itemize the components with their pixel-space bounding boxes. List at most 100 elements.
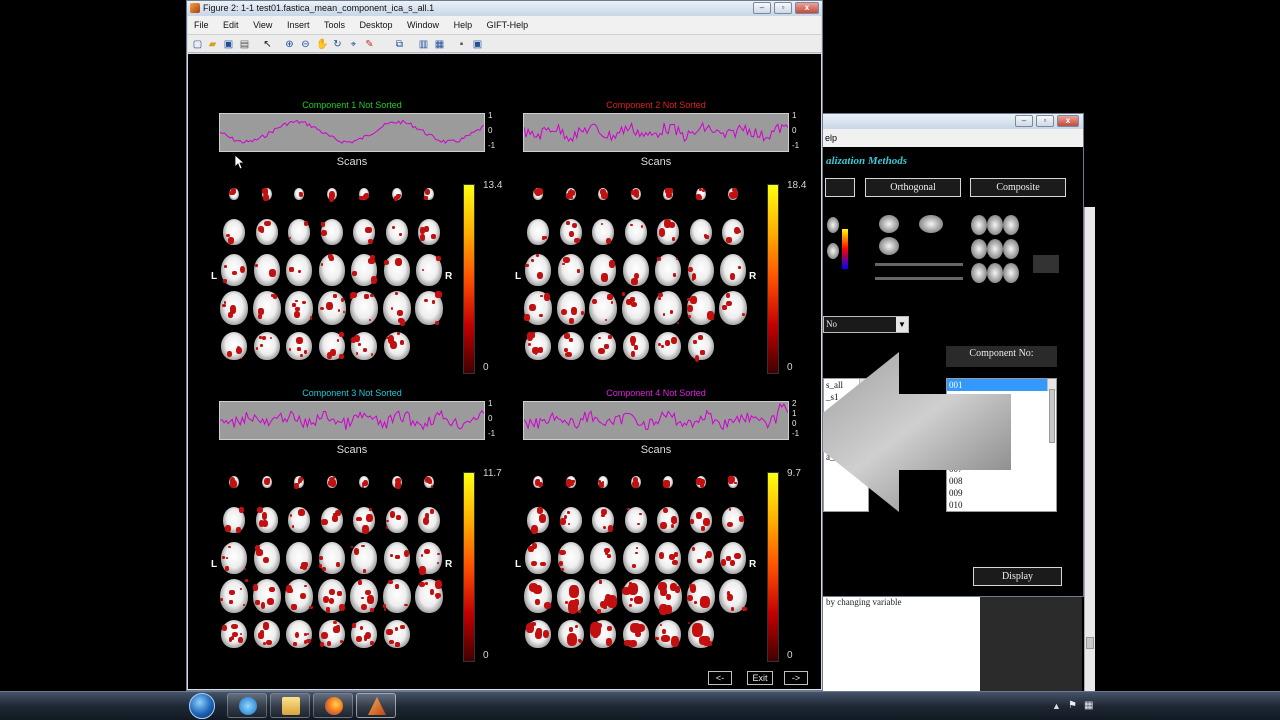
brain-montage[interactable]	[219, 180, 449, 375]
right-marker: R	[749, 559, 757, 570]
menu-help[interactable]: Help	[448, 16, 479, 34]
exit-button[interactable]: Exit	[747, 671, 773, 685]
menu-gift-help[interactable]: GIFT-Help	[481, 16, 535, 34]
side-scrollbar[interactable]	[1084, 207, 1095, 691]
brush-icon[interactable]: ✎	[364, 39, 375, 50]
timecourse-series	[220, 409, 484, 431]
brain-slice	[728, 188, 738, 200]
method-button-partial[interactable]	[825, 178, 855, 197]
pointer-icon[interactable]: ↖	[262, 39, 273, 50]
taskbar-ie[interactable]	[227, 693, 267, 718]
brain-montage[interactable]	[523, 180, 753, 375]
y-tick-label: -1	[488, 429, 496, 438]
menu-window[interactable]: Window	[401, 16, 445, 34]
close-icon[interactable]: x	[795, 2, 819, 14]
activation-blob	[362, 524, 369, 534]
tray-flag-icon[interactable]: ⚑	[1068, 700, 1077, 711]
display-button[interactable]: Display	[973, 567, 1062, 586]
link-icon[interactable]: ⧉	[394, 39, 405, 50]
tray-network-icon[interactable]: ▦	[1084, 700, 1093, 711]
zoom-out-icon[interactable]: ⊖	[300, 39, 311, 50]
menu-view[interactable]: View	[247, 16, 278, 34]
hide-tools-icon[interactable]: ▪	[456, 39, 467, 50]
legend-icon[interactable]: ▦	[434, 39, 445, 50]
activation-blob	[430, 484, 434, 489]
matlab-icon	[190, 3, 200, 13]
menu-insert[interactable]: Insert	[281, 16, 316, 34]
activation-blob	[297, 270, 302, 274]
timecourse-plot[interactable]	[523, 401, 789, 440]
activation-blob	[665, 593, 671, 600]
activation-blob	[725, 300, 732, 307]
brain-slice	[533, 476, 543, 488]
figure-titlebar[interactable]: Figure 2: 1-1 test01.fastica_mean_compon…	[187, 1, 822, 16]
activation-blob	[671, 515, 678, 524]
taskbar-firefox[interactable]	[313, 693, 353, 718]
print-icon[interactable]: ▤	[239, 39, 250, 50]
brain-montage[interactable]	[219, 468, 449, 663]
menu-tools[interactable]: Tools	[318, 16, 351, 34]
activation-blob	[671, 636, 679, 647]
save-icon[interactable]: ▣	[223, 39, 234, 50]
activation-blob	[243, 567, 247, 571]
activation-blob	[675, 586, 680, 593]
activation-blob	[339, 639, 344, 644]
brain-slice	[524, 579, 552, 613]
brain-montage[interactable]	[523, 468, 753, 663]
data-cursor-icon[interactable]: ⌖	[348, 39, 359, 50]
brain-slice	[350, 579, 378, 613]
colorbar-icon[interactable]: ▥	[418, 39, 429, 50]
timecourse-line	[524, 402, 788, 431]
taskbar-matlab[interactable]	[356, 693, 396, 718]
viewing-dropdown[interactable]: No ▼	[823, 316, 909, 333]
activation-blob	[574, 238, 581, 244]
activation-blob	[302, 562, 309, 567]
activation-blob	[429, 589, 434, 595]
rotate-icon[interactable]: ↻	[332, 39, 343, 50]
activation-blob	[224, 265, 227, 269]
zoom-in-icon[interactable]: ⊕	[284, 39, 295, 50]
orthogonal-button[interactable]: Orthogonal	[865, 178, 961, 197]
start-button-icon[interactable]	[189, 693, 215, 719]
activation-blob	[535, 189, 541, 196]
next-button[interactable]: ->	[784, 671, 808, 685]
activation-blob	[437, 561, 440, 564]
taskbar-explorer[interactable]	[270, 693, 310, 718]
timecourse-plot[interactable]	[219, 113, 485, 152]
activation-blob	[386, 629, 393, 636]
brain-slice	[557, 332, 584, 360]
menu-file[interactable]: File	[188, 16, 215, 34]
new-file-icon[interactable]: ▢	[192, 39, 203, 50]
y-tick-label: 1	[792, 111, 797, 120]
activation-blob	[668, 221, 676, 228]
composite-button[interactable]: Composite	[970, 178, 1066, 197]
activation-blob	[222, 278, 228, 283]
pan-hand-icon[interactable]: ✋	[316, 39, 328, 50]
firefox-icon	[325, 697, 343, 715]
open-folder-icon[interactable]: ▰	[207, 39, 218, 50]
figure-window[interactable]: Figure 2: 1-1 test01.fastica_mean_compon…	[186, 0, 823, 691]
menu-edit[interactable]: Edit	[217, 16, 245, 34]
activation-blob	[635, 630, 642, 638]
maximize-icon[interactable]: ▫	[774, 2, 792, 14]
close-icon[interactable]: x	[1057, 115, 1079, 127]
display-gui-window[interactable]: – ▫ x elp alization Methods Orthogonal C…	[799, 113, 1084, 597]
minimize-icon[interactable]: –	[753, 2, 771, 14]
maximize-icon[interactable]: ▫	[1036, 115, 1054, 127]
menu-desktop[interactable]: Desktop	[354, 16, 399, 34]
timecourse-plot[interactable]	[219, 401, 485, 440]
prev-button[interactable]: <-	[708, 671, 732, 685]
activation-blob	[400, 319, 406, 326]
activation-blob	[321, 221, 325, 227]
menu-help-fragment[interactable]: elp	[825, 133, 837, 143]
timecourse-plot[interactable]	[523, 113, 789, 152]
brain-slice	[686, 579, 715, 613]
activation-blob	[730, 273, 736, 280]
minimize-icon[interactable]: –	[1015, 115, 1033, 127]
activation-blob	[369, 318, 372, 322]
tray-arrow-icon[interactable]: ▲	[1052, 701, 1061, 711]
show-tools-icon[interactable]: ▣	[472, 39, 483, 50]
display-menubar: elp	[823, 129, 1083, 147]
activation-blob	[660, 521, 668, 530]
brain-slice	[252, 579, 281, 613]
